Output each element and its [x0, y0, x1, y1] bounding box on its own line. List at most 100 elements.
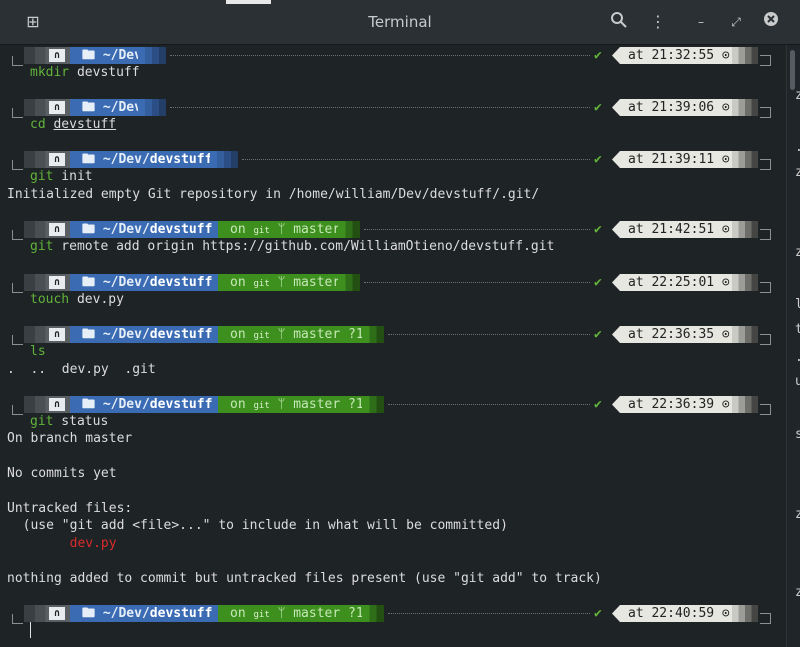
command-line: git status	[30, 414, 109, 429]
dir-fade	[210, 151, 238, 168]
dir-leaf: devstuff	[149, 275, 213, 290]
branch-icon: ᛘ	[277, 275, 286, 290]
dir-segment: 🖿 ~/Dev/devstuff	[70, 396, 223, 413]
terminal-area[interactable]	[0, 45, 786, 647]
output-line: (use "git add <file>..." to include in w…	[7, 518, 508, 533]
linux-icon: ∩	[49, 49, 65, 62]
side-char: .	[795, 140, 800, 155]
prompt-bracket	[12, 283, 23, 293]
minimize-icon[interactable]: –	[690, 11, 712, 33]
prompt-bracket	[12, 56, 23, 66]
success-check-icon: ✔	[594, 100, 602, 115]
dotted-fill	[364, 229, 590, 231]
dir-leaf: devstuff	[149, 397, 213, 412]
prompt-bracket-right	[760, 405, 771, 415]
prompt-bracket	[12, 108, 23, 118]
search-icon[interactable]	[608, 11, 630, 33]
folder-icon: 🖿	[82, 100, 103, 115]
scrollbar-thumb[interactable]	[790, 50, 795, 90]
maximize-icon[interactable]: ⤢	[725, 11, 747, 33]
side-char: z	[795, 245, 800, 260]
dotted-fill	[388, 613, 590, 615]
folder-icon: 🖿	[82, 222, 103, 237]
git-fade	[338, 221, 360, 238]
prompt-line: ∩ 🖿 ~/Dev/devstuff on git ᛘ master ?1 ✔ …	[0, 326, 786, 343]
kebab-menu-icon[interactable]: ⋮	[647, 11, 669, 33]
dir-fade	[138, 99, 166, 116]
prompt-bracket-right	[760, 56, 771, 66]
time-fade	[732, 99, 758, 116]
folder-icon: 🖿	[82, 48, 103, 63]
text-cursor[interactable]	[30, 622, 31, 638]
output-line: Untracked files:	[7, 501, 133, 516]
close-icon[interactable]	[760, 11, 782, 33]
dir-path: ~/Dev	[102, 48, 142, 63]
side-char: u	[795, 374, 800, 389]
git-branch: master	[293, 275, 341, 290]
git-branch: master ?1	[293, 327, 364, 342]
branch-icon: ᛘ	[277, 397, 286, 412]
branch-icon: ᛘ	[277, 327, 286, 342]
side-char: t	[795, 322, 800, 337]
git-icon: git	[253, 279, 270, 289]
side-char: z	[795, 507, 800, 522]
success-check-icon: ✔	[594, 397, 602, 412]
prompt-line: ∩ 🖿 ~/Dev/devstuff on git ᛘ master ?1 ✔ …	[0, 605, 786, 622]
folder-icon: 🖿	[82, 397, 103, 412]
command-line: mkdir devstuff	[30, 65, 140, 80]
output-line: On branch master	[7, 431, 133, 446]
dotted-fill	[388, 404, 590, 406]
untracked-file: dev.py	[7, 536, 117, 551]
time-fade	[732, 396, 758, 413]
title-bar: ⊞ Terminal ⋮ – ⤢	[0, 0, 800, 45]
prompt-line: ∩ 🖿 ~/Dev/devstuff ✔ at 21:39:11 ⊙	[0, 151, 786, 168]
success-check-icon: ✔	[594, 152, 602, 167]
time-segment: at 22:36:39 ⊙	[612, 396, 742, 413]
folder-icon: 🖿	[82, 275, 103, 290]
linux-icon: ∩	[49, 153, 65, 166]
time-segment: at 22:40:59 ⊙	[612, 605, 742, 622]
git-fade	[362, 605, 384, 622]
side-char: l	[795, 297, 800, 312]
dir-segment: 🖿 ~/Dev/devstuff	[70, 326, 223, 343]
time-segment: at 21:32:55 ⊙	[612, 47, 742, 64]
dotted-fill	[364, 282, 590, 284]
time-fade	[732, 47, 758, 64]
time-fade	[732, 151, 758, 168]
prompt-bracket-right	[760, 230, 771, 240]
git-segment: on git ᛘ master	[218, 221, 349, 238]
dir-segment: 🖿 ~/Dev/devstuff	[70, 605, 223, 622]
prompt-line: ∩ 🖿 ~/Dev/devstuff on git ᛘ master ✔ at …	[0, 221, 786, 238]
dotted-fill	[170, 55, 590, 57]
dotted-fill	[242, 159, 590, 161]
dir-leaf: devstuff	[149, 222, 213, 237]
git-branch: master ?1	[293, 606, 364, 621]
dir-leaf: devstuff	[149, 327, 213, 342]
dir-segment: 🖿 ~/Dev/devstuff	[70, 274, 223, 291]
time-segment: at 21:39:06 ⊙	[612, 99, 742, 116]
output-line: Initialized empty Git repository in /hom…	[7, 187, 540, 202]
git-fade	[362, 326, 384, 343]
dir-segment: 🖿 ~/Dev/devstuff	[70, 151, 223, 168]
dir-path: ~/Dev	[102, 100, 142, 115]
git-fade	[362, 396, 384, 413]
prompt-line: ∩ 🖿 ~/Dev/devstuff on git ᛘ master ?1 ✔ …	[0, 396, 786, 413]
prompt-line: ∩ 🖿 ~/Dev ✔ at 21:39:06 ⊙	[0, 99, 786, 116]
time-segment: at 22:25:01 ⊙	[612, 274, 742, 291]
success-check-icon: ✔	[594, 222, 602, 237]
folder-icon: 🖿	[82, 152, 103, 167]
git-branch: master ?1	[293, 397, 364, 412]
output-line: No commits yet	[7, 466, 117, 481]
dir-leaf: devstuff	[149, 152, 213, 167]
output-line: nothing added to commit but untracked fi…	[7, 571, 602, 586]
time-fade	[732, 326, 758, 343]
git-segment: on git ᛘ master ?1	[218, 326, 372, 343]
window-title: Terminal	[368, 13, 432, 31]
dir-segment: 🖿 ~/Dev/devstuff	[70, 221, 223, 238]
side-char: s	[795, 427, 800, 442]
folder-icon: 🖿	[82, 327, 103, 342]
command-line: git remote add origin https://github.com…	[30, 239, 555, 254]
dotted-fill	[388, 334, 590, 336]
success-check-icon: ✔	[594, 48, 602, 63]
command-line: cd devstuff	[30, 117, 117, 132]
